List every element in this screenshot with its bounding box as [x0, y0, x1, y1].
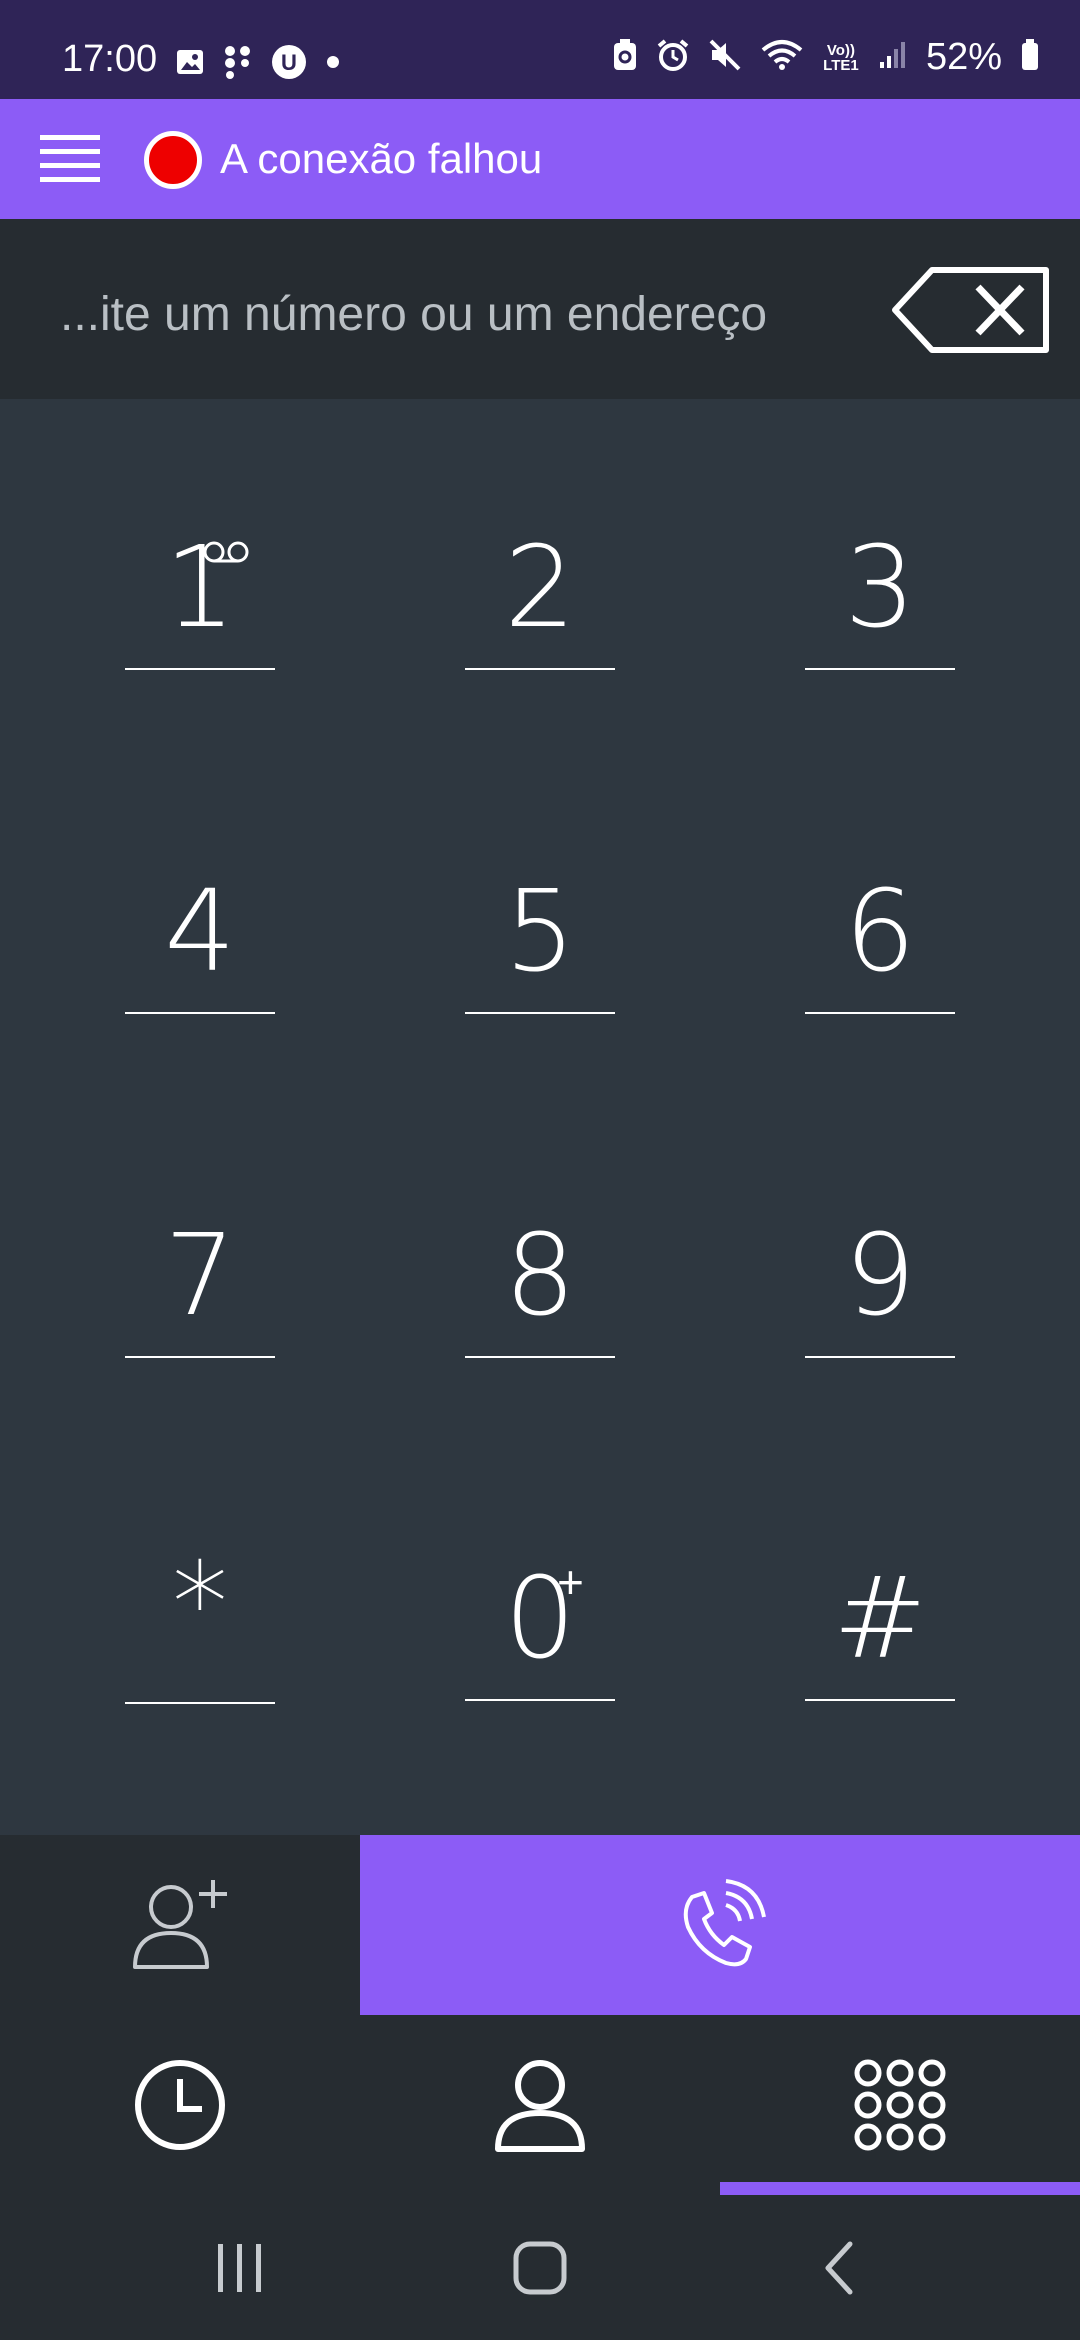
active-tab-indicator	[720, 2182, 1080, 2195]
volte-lte-icon: Vo)) LTE1	[823, 41, 859, 74]
add-contact-button[interactable]	[0, 1835, 360, 2015]
apps-grid-icon	[223, 45, 253, 84]
image-icon	[175, 47, 205, 82]
dot-icon	[325, 54, 341, 75]
mute-icon	[708, 38, 742, 77]
person-icon	[495, 2060, 585, 2152]
key-9[interactable]: 9	[805, 1208, 955, 1358]
svg-text:U: U	[281, 50, 297, 75]
u-badge-icon: U	[271, 44, 307, 85]
call-button[interactable]	[360, 1835, 1080, 2015]
system-nav-bar	[0, 2195, 1080, 2340]
back-icon	[825, 2241, 853, 2294]
key-2[interactable]: 2	[465, 520, 615, 670]
app-bar: A conexão falhou	[0, 99, 1080, 219]
connection-status-indicator	[144, 131, 202, 189]
backspace-icon	[892, 267, 1049, 353]
tab-dialpad[interactable]	[720, 2015, 1080, 2195]
battery-saver-icon	[612, 38, 638, 77]
dial-input-bar	[0, 219, 1080, 399]
backspace-button[interactable]	[890, 265, 1052, 355]
dial-number-input[interactable]	[60, 279, 880, 349]
tab-history[interactable]	[0, 2015, 360, 2195]
menu-button[interactable]	[40, 129, 100, 189]
wifi-icon	[760, 38, 804, 77]
connection-status-text: A conexão falhou	[220, 135, 543, 182]
voicemail-icon	[203, 530, 249, 575]
phone-call-icon	[683, 1879, 766, 1967]
status-bar: 17:00 U Vo)) LTE1 52%	[0, 0, 1080, 99]
dialpad-icon	[854, 2059, 946, 2151]
signal-icon	[878, 40, 908, 75]
key-star[interactable]: *	[125, 1548, 275, 1704]
key-5[interactable]: 5	[465, 864, 615, 1014]
plus-sup: +	[557, 1556, 584, 1608]
key-1[interactable]: 1	[125, 520, 275, 670]
alarm-icon	[656, 38, 690, 77]
keypad: 1 2 3 4 5 6 7 8 9 * 0 + #	[0, 399, 1080, 1835]
key-8[interactable]: 8	[465, 1208, 615, 1358]
key-6[interactable]: 6	[805, 864, 955, 1014]
tab-bar	[0, 2015, 1080, 2195]
home-icon	[513, 2241, 567, 2294]
key-3[interactable]: 3	[805, 520, 955, 670]
battery-icon	[1020, 38, 1040, 77]
tab-contacts[interactable]	[360, 2015, 720, 2195]
recent-apps-icon	[218, 2243, 261, 2292]
hamburger-menu-icon	[40, 135, 100, 182]
key-4[interactable]: 4	[125, 864, 275, 1014]
status-right-icons: Vo)) LTE1 52%	[612, 36, 1040, 79]
key-0[interactable]: 0 +	[465, 1551, 615, 1701]
back-button[interactable]	[660, 2195, 1020, 2340]
battery-percent: 52%	[925, 36, 1002, 78]
key-7[interactable]: 7	[125, 1208, 275, 1358]
clock-icon	[135, 2060, 225, 2150]
bottom-action-row	[0, 1835, 1080, 2015]
status-time: 17:00	[62, 38, 158, 80]
key-hash[interactable]: #	[805, 1551, 955, 1701]
add-contact-icon	[133, 1880, 227, 1969]
status-left-icons: U	[175, 44, 341, 85]
